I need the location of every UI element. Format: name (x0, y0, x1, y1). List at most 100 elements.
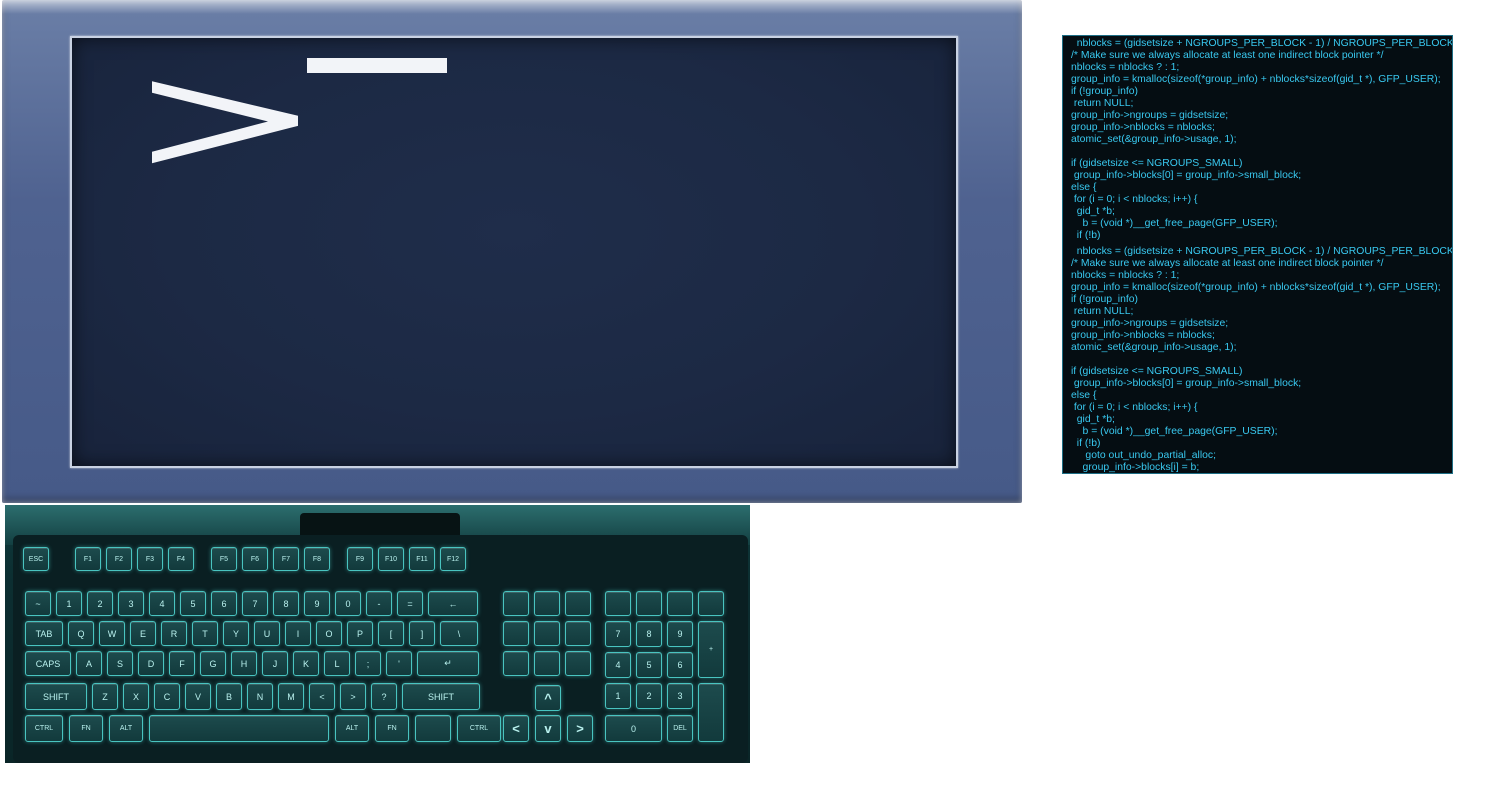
code-line: if (gidsetsize <= NGROUPS_SMALL) (1071, 158, 1243, 169)
keyboard-key: ALT (109, 715, 143, 742)
code-line: group_info->nblocks = nblocks; (1071, 330, 1215, 341)
code-line: group_info->blocks[0] = group_info->smal… (1071, 170, 1302, 181)
keyboard-key: CAPS (25, 651, 71, 676)
keyboard-key: 1 (56, 591, 82, 616)
keyboard-key (565, 591, 591, 616)
code-line: return NULL; (1071, 98, 1134, 109)
code-block: nblocks = (gidsetsize + NGROUPS_PER_BLOC… (1063, 242, 1452, 473)
code-line: atomic_set(&group_info->usage, 1); (1071, 134, 1237, 145)
code-line: return NULL; (1071, 306, 1134, 317)
keyboard-key: + (698, 621, 724, 678)
keyboard-key: J (262, 651, 288, 676)
keyboard-key: T (192, 621, 218, 646)
keyboard-key (565, 651, 591, 676)
keyboard-key: 2 (636, 683, 662, 709)
keyboard-key: 6 (211, 591, 237, 616)
keyboard-key: F10 (378, 547, 404, 571)
keyboard-key: O (316, 621, 342, 646)
keyboard-key: F6 (242, 547, 268, 571)
keyboard-key: I (285, 621, 311, 646)
keyboard-key: K (293, 651, 319, 676)
keyboard-key: F4 (168, 547, 194, 571)
keyboard-key: ' (386, 651, 412, 676)
code-line: group_info->nblocks = nblocks; (1071, 122, 1215, 133)
keyboard-key (605, 591, 631, 616)
keyboard-key (503, 651, 529, 676)
keyboard-key: Q (68, 621, 94, 646)
keyboard-key (534, 651, 560, 676)
keyboard-key (415, 715, 451, 742)
keyboard-key: 9 (304, 591, 330, 616)
keyboard-key: SHIFT (25, 683, 87, 710)
code-line: /* Make sure we always allocate at least… (1071, 258, 1384, 269)
keyboard-key (534, 621, 560, 646)
keyboard-key: 3 (667, 683, 693, 709)
code-line: group_info = kmalloc(sizeof(*group_info)… (1071, 74, 1441, 85)
keyboard-key: ↵ (417, 651, 479, 676)
keyboard-key: A (76, 651, 102, 676)
keyboard-key: S (107, 651, 133, 676)
terminal-cursor (307, 58, 447, 73)
keyboard-key: ESC (23, 547, 49, 571)
keyboard-key: B (216, 683, 242, 710)
keyboard-key: 8 (636, 621, 662, 647)
code-line: /* Make sure we always allocate at least… (1071, 50, 1384, 61)
keyboard-key: 4 (605, 652, 631, 678)
keyboard-key: F3 (137, 547, 163, 571)
code-line: group_info->blocks[0] = group_info->smal… (1071, 378, 1302, 389)
keyboard-key: F (169, 651, 195, 676)
code-line: else { (1071, 390, 1097, 401)
terminal-screen (70, 36, 958, 468)
keyboard-key: TAB (25, 621, 63, 646)
keyboard-key (667, 591, 693, 616)
keyboard-key: ^ (535, 685, 561, 711)
keyboard-key: U (254, 621, 280, 646)
keyboard-key: E (130, 621, 156, 646)
keyboard-key: M (278, 683, 304, 710)
keyboard-key: F8 (304, 547, 330, 571)
keyboard-key: L (324, 651, 350, 676)
keyboard-key: N (247, 683, 273, 710)
keyboard-key (636, 591, 662, 616)
code-line: nblocks = nblocks ? : 1; (1071, 270, 1180, 281)
keyboard-key (534, 591, 560, 616)
keyboard-key: ~ (25, 591, 51, 616)
keyboard-key: 5 (636, 652, 662, 678)
keyboard-key: Z (92, 683, 118, 710)
keyboard-key: V (185, 683, 211, 710)
keyboard-key: ← (428, 591, 478, 616)
keyboard-key (503, 591, 529, 616)
keyboard-key: ; (355, 651, 381, 676)
code-line: if (!b) (1071, 438, 1101, 449)
keyboard-key: 7 (605, 621, 631, 647)
keyboard-key: 4 (149, 591, 175, 616)
keyboard-key: v (535, 715, 561, 742)
code-line: gid_t *b; (1071, 206, 1115, 217)
keyboard-key: 0 (605, 715, 662, 742)
keyboard-key: F5 (211, 547, 237, 571)
keyboard-key: C (154, 683, 180, 710)
keyboard-key: > (340, 683, 366, 710)
keyboard-key (149, 715, 329, 742)
code-line: if (gidsetsize <= NGROUPS_SMALL) (1071, 366, 1243, 377)
keyboard-key: 6 (667, 652, 693, 678)
keyboard-key: R (161, 621, 187, 646)
keyboard-key: ? (371, 683, 397, 710)
code-line: goto out_undo_partial_alloc; (1071, 450, 1216, 461)
keyboard-key: 0 (335, 591, 361, 616)
keyboard-key: G (200, 651, 226, 676)
keyboard-key: F11 (409, 547, 435, 571)
keyboard-key: H (231, 651, 257, 676)
code-line: b = (void *)__get_free_page(GFP_USER); (1071, 218, 1278, 229)
code-line: if (!group_info) (1071, 294, 1138, 305)
keyboard-key: FN (375, 715, 409, 742)
keyboard-key: SHIFT (402, 683, 480, 710)
keyboard-key (698, 591, 724, 616)
keyboard-key: 1 (605, 683, 631, 709)
keyboard-key: DEL (667, 715, 693, 742)
code-line: for (i = 0; i < nblocks; i++) { (1071, 402, 1198, 413)
keyboard-key: F1 (75, 547, 101, 571)
keyboard-key (565, 621, 591, 646)
code-panel: nblocks = (gidsetsize + NGROUPS_PER_BLOC… (1062, 35, 1453, 474)
